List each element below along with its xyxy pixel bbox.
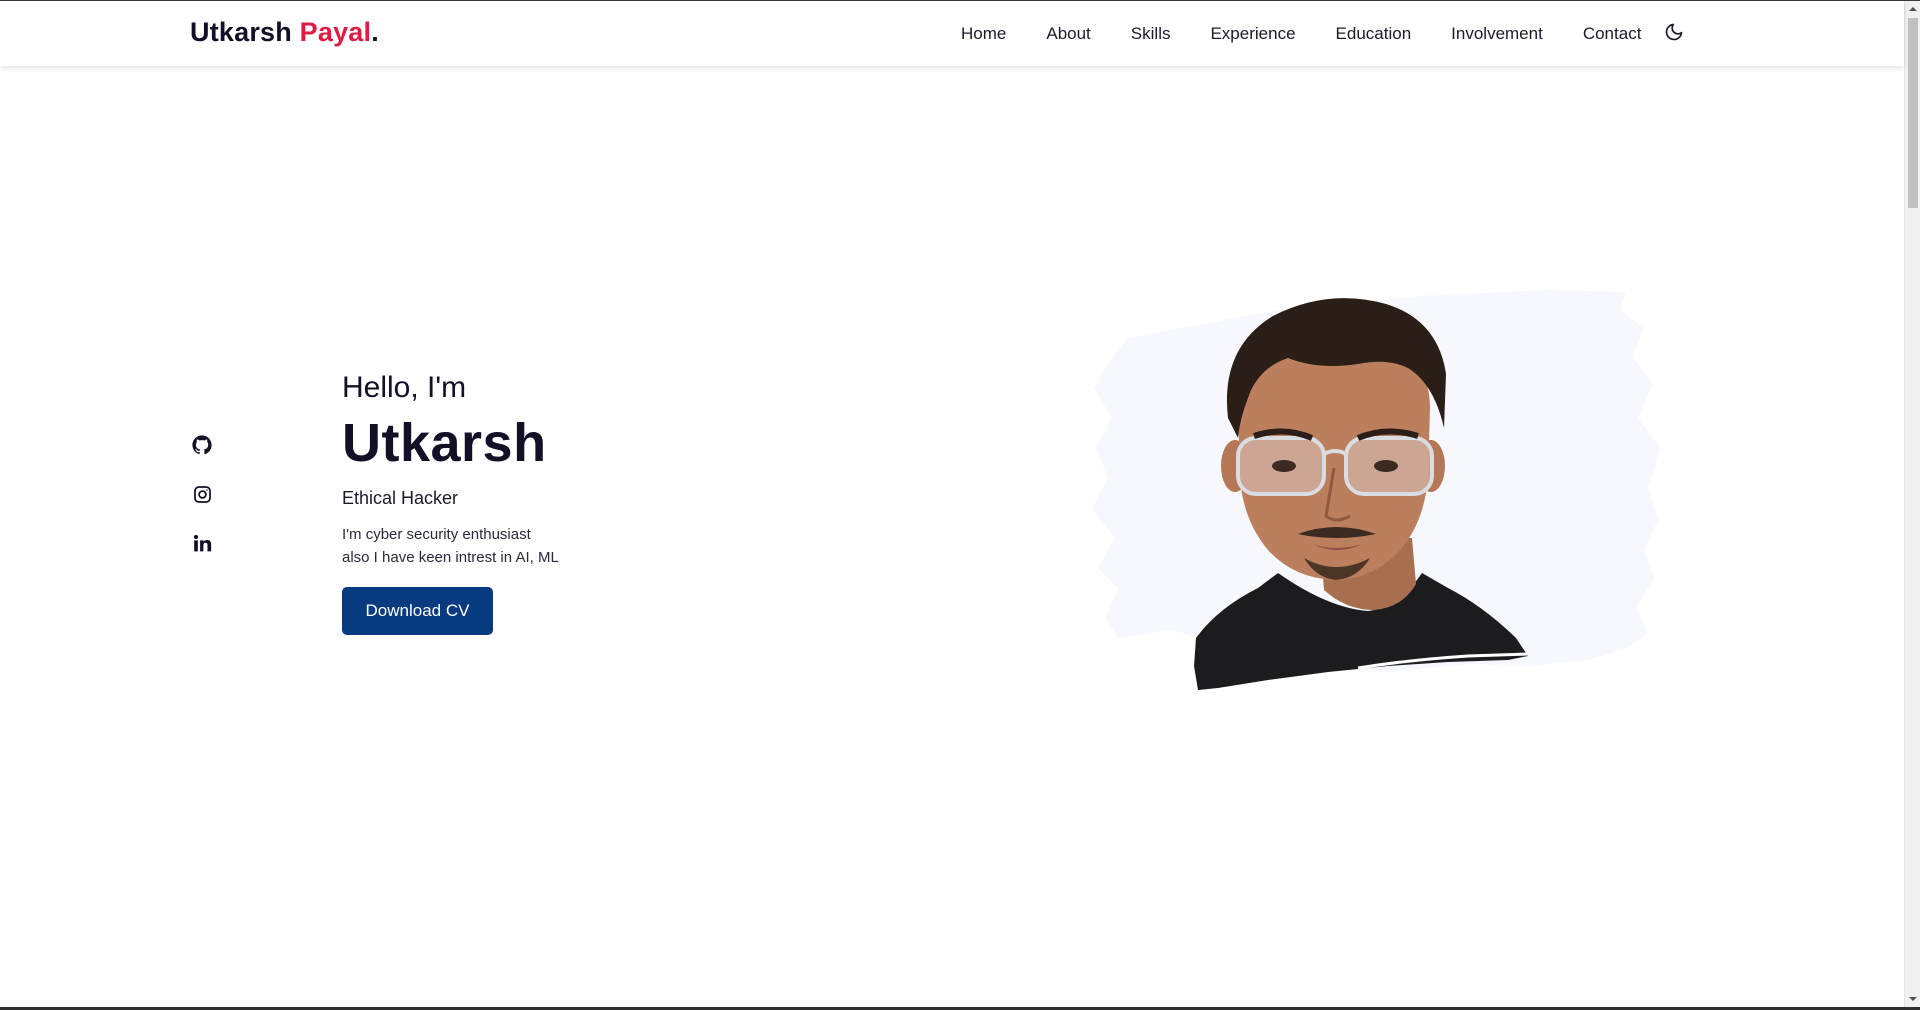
- linkedin-link[interactable]: [190, 531, 214, 555]
- github-icon: [192, 435, 212, 455]
- scroll-up-arrow-icon[interactable]: [1905, 1, 1920, 17]
- page-scrollbar[interactable]: [1904, 1, 1920, 1007]
- site-logo[interactable]: Utkarsh Payal.: [190, 17, 379, 48]
- download-cv-button[interactable]: Download CV: [342, 587, 493, 636]
- instagram-link[interactable]: [190, 482, 214, 506]
- linkedin-icon: [193, 534, 211, 551]
- logo-last-name: Payal: [299, 17, 372, 47]
- scrollbar-thumb[interactable]: [1908, 18, 1918, 208]
- nav-education[interactable]: Education: [1336, 24, 1412, 44]
- github-link[interactable]: [190, 433, 214, 457]
- main-nav: Home About Skills Experience Education I…: [961, 23, 1685, 45]
- instagram-icon: [193, 485, 211, 503]
- theme-toggle-button[interactable]: [1663, 21, 1685, 43]
- social-links: [190, 433, 214, 580]
- logo-first-name: Utkarsh: [190, 17, 292, 47]
- nav-home[interactable]: Home: [961, 24, 1006, 44]
- moon-icon: [1666, 23, 1683, 41]
- hero-section: Hello, I'm Utkarsh Ethical Hacker I'm cy…: [342, 370, 762, 636]
- hero-description-line-1: I'm cyber security enthusiast: [342, 526, 531, 544]
- hero-name: Utkarsh: [342, 413, 547, 473]
- site-header: Utkarsh Payal. Home About Skills Experie…: [0, 1, 1904, 66]
- nav-contact[interactable]: Contact: [1583, 24, 1642, 44]
- hero-role: Ethical Hacker: [342, 488, 459, 509]
- nav-about[interactable]: About: [1046, 24, 1090, 44]
- logo-dot: .: [371, 17, 379, 47]
- hero-greeting: Hello, I'm: [342, 371, 467, 404]
- nav-skills[interactable]: Skills: [1131, 24, 1171, 44]
- profile-photo: [1088, 288, 1663, 718]
- hero-description-line-2: also I have keen intrest in AI, ML: [342, 549, 559, 567]
- nav-involvement[interactable]: Involvement: [1451, 24, 1543, 44]
- hero-description: I'm cyber security enthusiast also I hav…: [342, 523, 762, 569]
- scroll-down-arrow-icon[interactable]: [1905, 991, 1920, 1007]
- nav-experience[interactable]: Experience: [1210, 24, 1295, 44]
